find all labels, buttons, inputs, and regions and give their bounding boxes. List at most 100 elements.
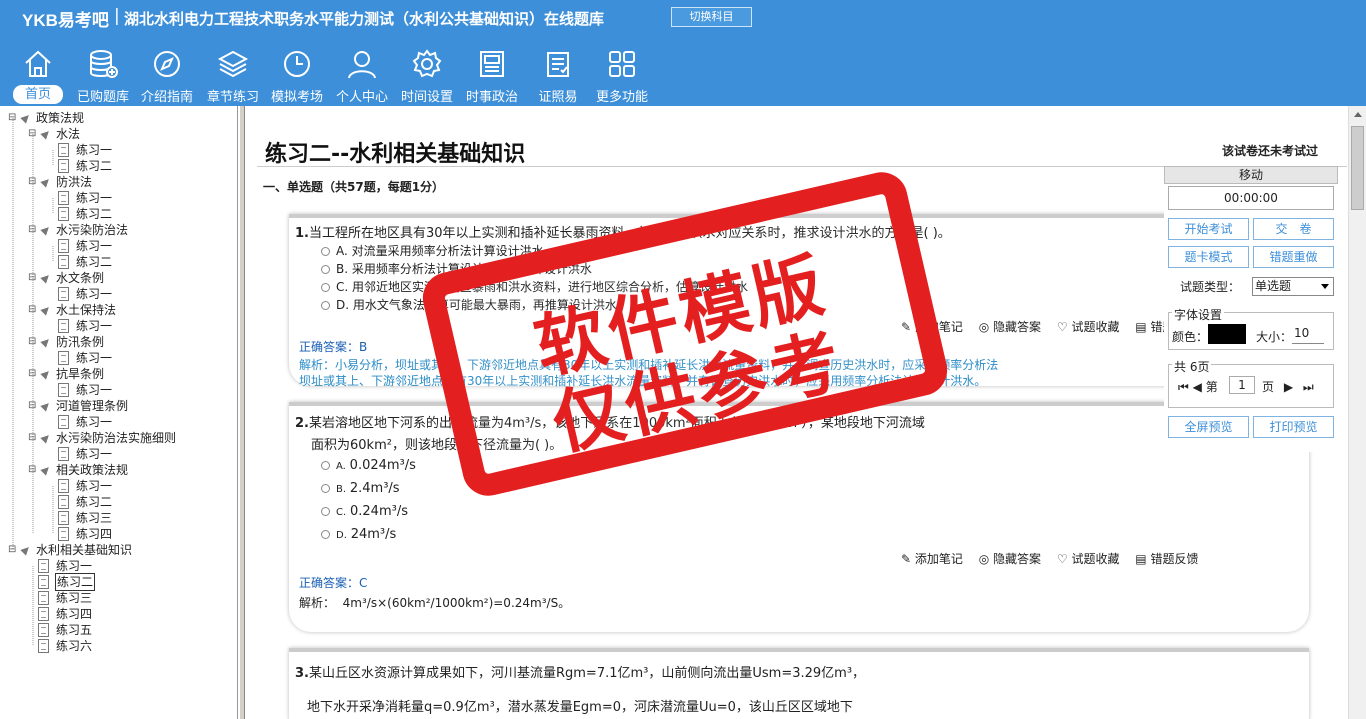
tree-item-label: 练习一 — [76, 415, 113, 429]
prev-page-icon[interactable]: ◀ — [1193, 380, 1202, 394]
font-color-swatch[interactable] — [1208, 324, 1246, 344]
favorite-button[interactable]: ♡ 试题收藏 — [1057, 552, 1120, 566]
tree-item[interactable]: 练习一 — [0, 478, 236, 494]
document-icon — [38, 591, 49, 605]
radio-button[interactable] — [321, 301, 330, 310]
tree-item[interactable]: 练习一 — [0, 238, 236, 254]
tree-folder[interactable]: ⊟ 相关政策法规 — [0, 462, 236, 478]
collapse-icon[interactable]: ⊟ — [28, 430, 36, 446]
radio-button[interactable] — [321, 484, 330, 493]
tree-item[interactable]: 练习一 — [0, 414, 236, 430]
card-mode-button[interactable]: 题卡模式 — [1168, 246, 1249, 268]
collapse-icon[interactable]: ⊟ — [28, 174, 36, 190]
tree-item[interactable]: 练习六 — [0, 638, 236, 654]
option-d[interactable]: D. 24m³/s — [321, 527, 396, 542]
tree-item[interactable]: 练习一 — [0, 286, 236, 302]
tree-item-label: 抗旱条例 — [56, 367, 105, 381]
scroll-up-icon[interactable] — [1354, 112, 1362, 117]
font-size-input[interactable]: 10 — [1292, 326, 1324, 344]
nav-purchased[interactable]: 已购题库 — [70, 46, 136, 105]
tree-folder[interactable]: ⊟ 水污染防治法 — [0, 222, 236, 238]
feedback-button[interactable]: ▤ 错题反馈 — [1135, 552, 1198, 566]
tree-item[interactable]: 练习一 — [0, 446, 236, 462]
radio-button[interactable] — [321, 530, 330, 539]
submit-button[interactable]: 交 卷 — [1253, 218, 1334, 240]
tree-item[interactable]: 练习四 — [0, 606, 236, 622]
page-input[interactable]: 1 — [1229, 376, 1255, 394]
tree-folder[interactable]: ⊟ 水法 — [0, 126, 236, 142]
nav-certificate[interactable]: 证照易 — [525, 46, 591, 105]
tree-folder[interactable]: ⊟ 水利相关基础知识 — [0, 542, 236, 558]
favorite-button[interactable]: ♡ 试题收藏 — [1057, 320, 1120, 334]
tree-item-label: 练习三 — [56, 591, 93, 605]
tree-folder[interactable]: ⊟ 水土保持法 — [0, 302, 236, 318]
tree-folder[interactable]: ⊟ 水污染防治法实施细则 — [0, 430, 236, 446]
tree-folder[interactable]: ⊟ 抗旱条例 — [0, 366, 236, 382]
tree-item[interactable]: 练习二 — [0, 573, 236, 591]
nav-guide[interactable]: 介绍指南 — [134, 46, 200, 105]
nav-more[interactable]: 更多功能 — [589, 46, 655, 105]
tree-item[interactable]: 练习一 — [0, 558, 236, 574]
nav-time-settings[interactable]: 时间设置 — [394, 46, 460, 105]
add-note-button[interactable]: ✎ 添加笔记 — [901, 552, 963, 566]
tree-folder[interactable]: ⊟ 政策法规 — [0, 110, 236, 126]
question-type-select[interactable]: 单选题 — [1252, 277, 1334, 296]
print-preview-button[interactable]: 打印预览 — [1253, 416, 1334, 438]
option-c[interactable]: C. 0.24m³/s — [321, 504, 408, 519]
tree-folder[interactable]: ⊟ 防洪法 — [0, 174, 236, 190]
radio-button[interactable] — [321, 461, 330, 470]
next-page-icon[interactable]: ▶ — [1284, 380, 1293, 394]
hide-answer-button[interactable]: ◎ 隐藏答案 — [979, 320, 1041, 334]
option-b[interactable]: B. 2.4m³/s — [321, 481, 400, 496]
nav-chapter-practice[interactable]: 章节练习 — [200, 46, 266, 105]
collapse-icon[interactable]: ⊟ — [28, 334, 36, 350]
tree-item-label: 练习一 — [76, 447, 113, 461]
collapse-icon[interactable]: ⊟ — [28, 398, 36, 414]
nav-personal-center[interactable]: 个人中心 — [329, 46, 395, 105]
tree-item[interactable]: 练习二 — [0, 494, 236, 510]
radio-button[interactable] — [321, 283, 330, 292]
scrollbar-thumb[interactable] — [1351, 126, 1364, 210]
tree-item-label: 练习一 — [76, 191, 113, 205]
tree-folder[interactable]: ⊟ 防汛条例 — [0, 334, 236, 350]
collapse-icon[interactable]: ⊟ — [28, 126, 36, 142]
document-icon — [58, 479, 69, 493]
tree-item[interactable]: 练习二 — [0, 254, 236, 270]
tree-item[interactable]: 练习一 — [0, 190, 236, 206]
tree-item[interactable]: 练习五 — [0, 622, 236, 638]
collapse-icon[interactable]: ⊟ — [28, 302, 36, 318]
first-page-icon[interactable]: ⏮ — [1178, 380, 1189, 394]
option-a[interactable]: A. 0.024m³/s — [321, 458, 416, 473]
radio-button[interactable] — [321, 265, 330, 274]
tree-folder[interactable]: ⊟ 河道管理条例 — [0, 398, 236, 414]
nav-mock-exam[interactable]: 模拟考场 — [264, 46, 330, 105]
collapse-icon[interactable]: ⊟ — [28, 462, 36, 478]
collapse-icon[interactable]: ⊟ — [28, 222, 36, 238]
tree-item[interactable]: 练习一 — [0, 350, 236, 366]
collapse-icon[interactable]: ⊟ — [8, 110, 16, 126]
start-exam-button[interactable]: 开始考试 — [1168, 218, 1249, 240]
collapse-icon[interactable]: ⊟ — [8, 542, 16, 558]
tree-item[interactable]: 练习一 — [0, 382, 236, 398]
tree-item[interactable]: 练习二 — [0, 206, 236, 222]
radio-button[interactable] — [321, 247, 330, 256]
panel-move-handle[interactable]: 移动 — [1164, 166, 1338, 184]
hide-answer-button[interactable]: ◎ 隐藏答案 — [979, 552, 1041, 566]
collapse-icon[interactable]: ⊟ — [28, 366, 36, 382]
switch-subject-button[interactable]: 切换科目 — [671, 7, 752, 27]
nav-home[interactable]: 首页 — [5, 46, 71, 104]
tree-item[interactable]: 练习一 — [0, 318, 236, 334]
radio-button[interactable] — [321, 507, 330, 516]
tree-item[interactable]: 练习四 — [0, 526, 236, 542]
vertical-scrollbar[interactable] — [1348, 106, 1366, 719]
tree-folder[interactable]: ⊟ 水文条例 — [0, 270, 236, 286]
tree-item[interactable]: 练习三 — [0, 590, 236, 606]
fullscreen-preview-button[interactable]: 全屏预览 — [1168, 416, 1249, 438]
redo-wrong-button[interactable]: 错题重做 — [1253, 246, 1334, 268]
tree-item[interactable]: 练习二 — [0, 158, 236, 174]
tree-item[interactable]: 练习一 — [0, 142, 236, 158]
collapse-icon[interactable]: ⊟ — [28, 270, 36, 286]
tree-item[interactable]: 练习三 — [0, 510, 236, 526]
nav-current-affairs[interactable]: 时事政治 — [459, 46, 525, 105]
last-page-icon[interactable]: ⏭ — [1303, 380, 1314, 394]
